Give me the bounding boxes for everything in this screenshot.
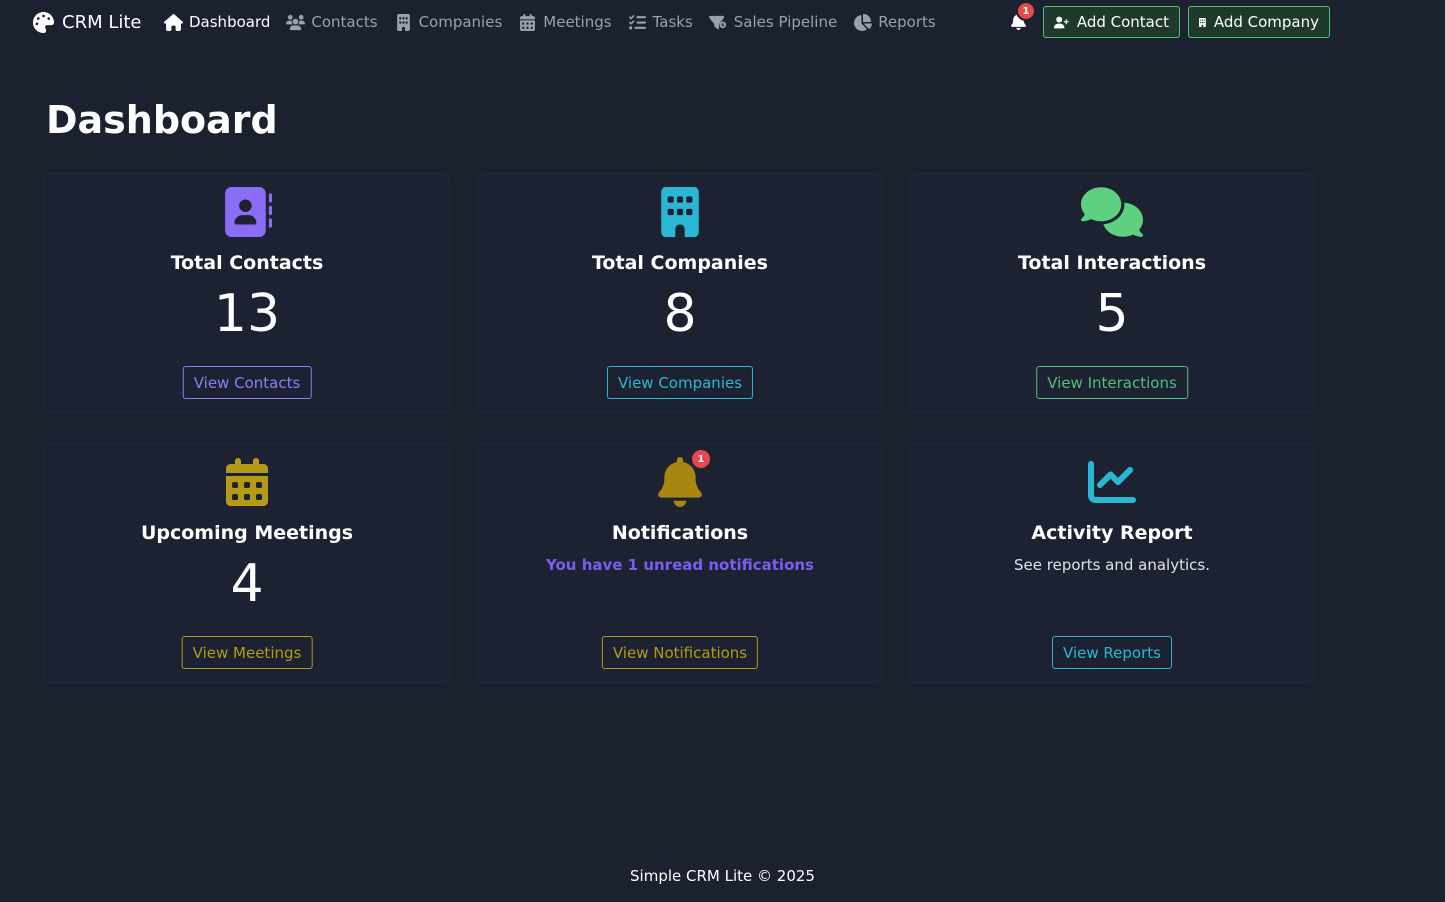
card-title: Total Contacts — [170, 252, 324, 274]
card-title: Total Interactions — [1017, 252, 1207, 274]
brand-label: CRM Lite — [62, 11, 142, 33]
building-icon — [1199, 17, 1206, 27]
palette-icon — [33, 11, 54, 33]
page-title: Dashboard — [46, 98, 278, 142]
view-companies-button[interactable]: View Companies — [606, 366, 754, 399]
list-check-icon — [628, 14, 646, 29]
nav-label: Meetings — [543, 13, 612, 31]
card-notifications: 1 Notifications You have 1 unread notifi… — [477, 443, 883, 683]
view-reports-button[interactable]: View Reports — [1052, 636, 1172, 669]
users-icon — [286, 14, 306, 30]
view-meetings-button[interactable]: View Meetings — [181, 636, 313, 669]
card-activity-report: Activity Report See reports and analytic… — [909, 443, 1315, 683]
add-company-label: Add Company — [1213, 13, 1319, 31]
card-total-interactions: Total Interactions 5 View Interactions — [909, 173, 1315, 413]
nav-label: Contacts — [311, 13, 378, 31]
comments-icon — [1081, 187, 1143, 237]
nav-item-dashboard[interactable]: Dashboard — [164, 13, 270, 31]
add-company-button[interactable]: Add Company — [1188, 6, 1330, 38]
notification-count-badge: 1 — [1016, 1, 1036, 21]
nav-item-companies[interactable]: Companies — [394, 13, 503, 31]
nav-links: Dashboard Contacts Companies Meetings Ta… — [164, 10, 936, 34]
notification-badge: 1 — [690, 448, 712, 470]
unread-notifications-text: You have 1 unread notifications — [546, 556, 814, 574]
nav-label: Companies — [418, 13, 503, 31]
add-contact-button[interactable]: Add Contact — [1043, 6, 1180, 38]
brand-link[interactable]: CRM Lite — [33, 9, 142, 35]
nav-item-tasks[interactable]: Tasks — [628, 13, 693, 31]
home-icon — [164, 13, 183, 31]
total-interactions-value: 5 — [1095, 284, 1129, 344]
address-book-icon — [225, 187, 272, 237]
upcoming-meetings-value: 4 — [230, 554, 264, 614]
card-title: Notifications — [611, 522, 749, 544]
view-notifications-button[interactable]: View Notifications — [601, 636, 759, 669]
pie-chart-icon — [854, 13, 873, 31]
nav-item-reports[interactable]: Reports — [853, 13, 936, 31]
nav-label: Sales Pipeline — [733, 13, 838, 31]
calendar-icon — [226, 458, 268, 506]
nav-label: Tasks — [652, 13, 693, 31]
card-upcoming-meetings: Upcoming Meetings 4 View Meetings — [44, 443, 450, 683]
footer-text: Simple CRM Lite © 2025 — [630, 867, 815, 885]
user-plus-icon — [1054, 16, 1069, 28]
nav-item-meetings[interactable]: Meetings — [518, 13, 612, 31]
building-icon — [396, 13, 410, 31]
nav-item-sales-pipeline[interactable]: Sales Pipeline — [708, 13, 838, 31]
nav-label: Dashboard — [189, 13, 271, 31]
nav-label: Reports — [878, 13, 936, 31]
card-total-companies: Total Companies 8 View Companies — [477, 173, 883, 413]
card-title: Total Companies — [592, 252, 768, 274]
total-companies-value: 8 — [663, 284, 697, 344]
funnel-dollar-icon — [708, 15, 726, 29]
activity-report-description: See reports and analytics. — [1014, 556, 1210, 574]
card-total-contacts: Total Contacts 13 View Contacts — [44, 173, 450, 413]
nav-item-contacts[interactable]: Contacts — [286, 13, 378, 31]
card-title: Activity Report — [1031, 522, 1193, 544]
calendar-icon — [520, 13, 536, 31]
total-contacts-value: 13 — [213, 284, 281, 344]
view-interactions-button[interactable]: View Interactions — [1036, 366, 1188, 399]
notifications-bell[interactable]: 1 — [1010, 1, 1036, 33]
chart-line-icon — [1088, 461, 1136, 503]
card-title: Upcoming Meetings — [140, 522, 354, 544]
view-contacts-button[interactable]: View Contacts — [182, 366, 312, 399]
add-contact-label: Add Contact — [1076, 13, 1169, 31]
building-icon — [661, 187, 699, 237]
navbar: CRM Lite Dashboard Contacts Companies Me… — [0, 0, 1445, 44]
